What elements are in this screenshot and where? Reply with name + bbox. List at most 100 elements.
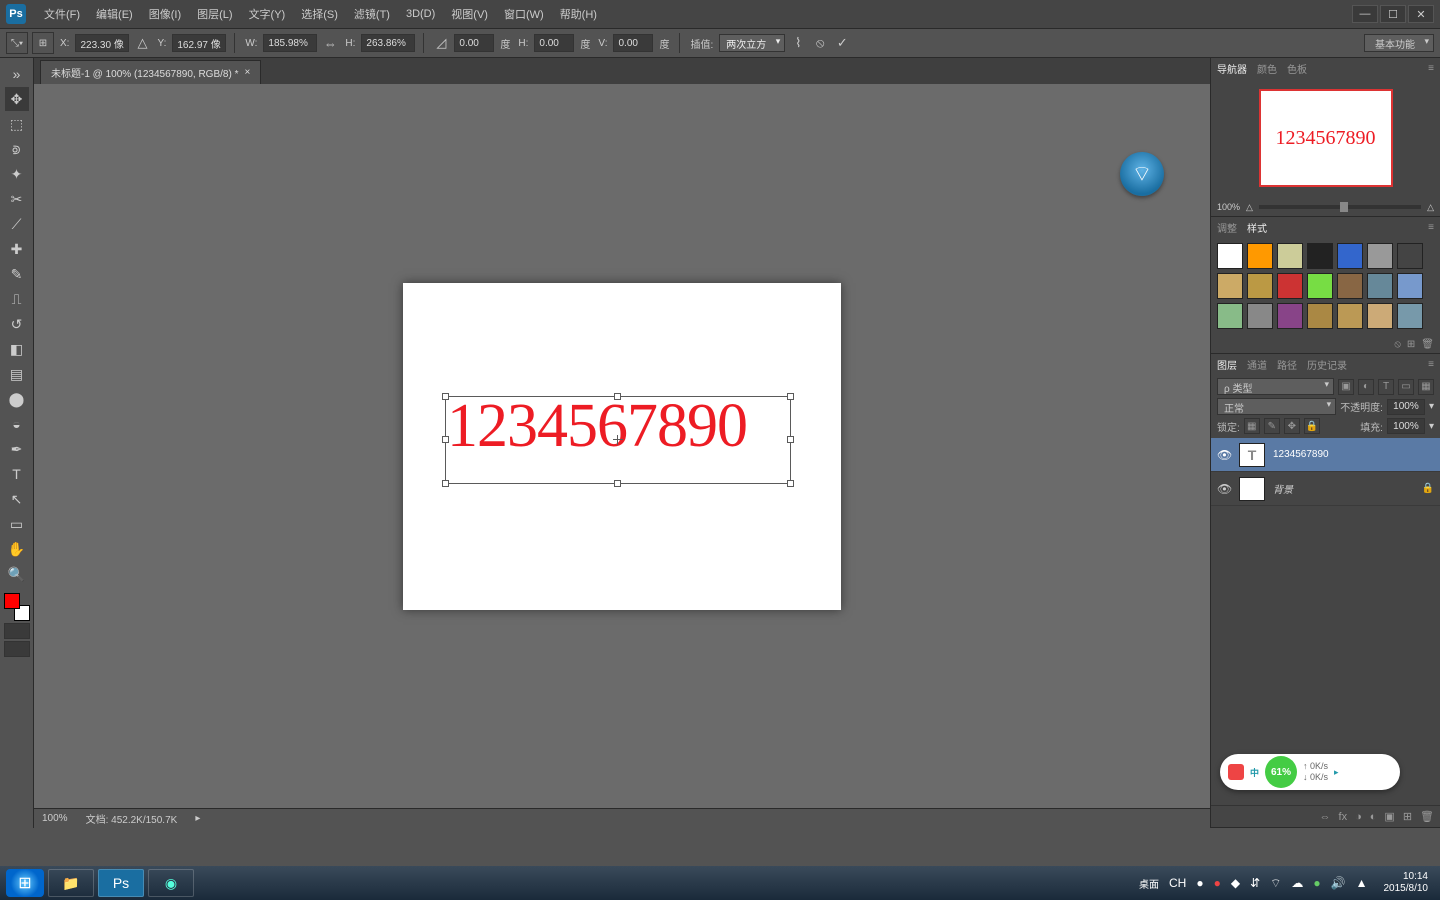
document-tab[interactable]: 未标题-1 @ 100% (1234567890, RGB/8) * × [40, 60, 261, 84]
clear-style-icon[interactable]: ⦸ [1394, 339, 1401, 350]
filter-shape-icon[interactable]: ▭ [1398, 379, 1414, 395]
style-swatch[interactable] [1337, 243, 1363, 269]
warp-icon[interactable]: ⌇ [789, 34, 807, 52]
style-swatch[interactable] [1367, 273, 1393, 299]
layer-kind-filter[interactable]: ρ 类型 [1217, 378, 1334, 395]
type-tool[interactable]: T [5, 462, 29, 486]
tab-swatches[interactable]: 色板 [1287, 61, 1307, 76]
brush-tool[interactable]: ✎ [5, 262, 29, 286]
tray-flag-icon[interactable]: ▲ [1356, 876, 1368, 890]
style-swatch[interactable] [1397, 303, 1423, 329]
zoom-tool[interactable]: 🔍 [5, 562, 29, 586]
tray-desktop-label[interactable]: 桌面 [1139, 876, 1159, 891]
menu-layer[interactable]: 图层(L) [189, 6, 240, 22]
group-icon[interactable]: ▣ [1384, 810, 1394, 823]
reference-point-icon[interactable]: ⊞ [32, 32, 54, 54]
wand-tool[interactable]: ✦ [5, 162, 29, 186]
xy-delta-icon[interactable]: △ [133, 34, 151, 52]
tray-cloud-icon[interactable]: ☁ [1291, 876, 1303, 890]
new-layer-icon[interactable]: ⊞ [1403, 810, 1412, 823]
transform-center-icon[interactable] [613, 435, 623, 445]
style-swatch[interactable] [1217, 303, 1243, 329]
lasso-tool[interactable]: ⟄ [5, 137, 29, 161]
tray-ime[interactable]: CH [1169, 876, 1186, 890]
style-swatch[interactable] [1247, 243, 1273, 269]
crop-tool[interactable]: ✂ [5, 187, 29, 211]
menu-file[interactable]: 文件(F) [36, 6, 88, 22]
style-swatch[interactable] [1337, 303, 1363, 329]
handle-tr[interactable] [787, 393, 794, 400]
tab-paths[interactable]: 路径 [1277, 357, 1297, 372]
h-field[interactable] [361, 34, 415, 52]
tab-channels[interactable]: 通道 [1247, 357, 1267, 372]
tab-color[interactable]: 颜色 [1257, 61, 1277, 76]
style-swatch[interactable] [1247, 303, 1273, 329]
navigator-body[interactable]: 1234567890 [1211, 78, 1440, 198]
zoom-level[interactable]: 100% [42, 813, 68, 824]
style-swatch[interactable] [1367, 243, 1393, 269]
tab-layers[interactable]: 图层 [1217, 357, 1237, 372]
style-swatch[interactable] [1397, 243, 1423, 269]
tab-close-icon[interactable]: × [244, 67, 250, 78]
delete-style-icon[interactable]: 🗑 [1421, 339, 1434, 350]
start-button[interactable]: ⊞ [6, 869, 44, 897]
quickmask-row[interactable] [4, 623, 30, 639]
tab-adjustments[interactable]: 调整 [1217, 220, 1237, 235]
layer-thumbnail[interactable]: T [1239, 443, 1265, 467]
blur-tool[interactable]: ⬤ [5, 387, 29, 411]
menu-window[interactable]: 窗口(W) [496, 6, 552, 22]
move-tool[interactable]: ✥ [5, 87, 29, 111]
transform-bounding-box[interactable] [445, 396, 791, 484]
eraser-tool[interactable]: ◧ [5, 337, 29, 361]
menu-view[interactable]: 视图(V) [443, 6, 496, 22]
lock-move-icon[interactable]: ✥ [1284, 418, 1300, 434]
taskbar-explorer[interactable]: 📁 [48, 869, 94, 897]
tray-icon[interactable]: ● [1196, 876, 1203, 890]
style-swatch[interactable] [1367, 303, 1393, 329]
menu-filter[interactable]: 滤镜(T) [346, 6, 398, 22]
panel-menu-icon[interactable]: ≡ [1428, 359, 1440, 370]
handle-bm[interactable] [614, 480, 621, 487]
taskbar-browser[interactable]: ◉ [148, 869, 194, 897]
layer-item-text[interactable]: 👁 T 1234567890 [1211, 438, 1440, 472]
tray-wifi-icon[interactable]: ⌔ [1270, 876, 1281, 891]
lock-all-icon[interactable]: 🔒 [1304, 418, 1320, 434]
pen-tool[interactable]: ✒ [5, 437, 29, 461]
canvas[interactable]: 1234567890 [403, 283, 841, 610]
layer-name[interactable]: 背景 [1273, 481, 1293, 496]
widget-arrow-icon[interactable]: ▸ [1334, 767, 1339, 778]
mask-icon[interactable]: ◑ [1355, 811, 1362, 823]
blend-mode-dropdown[interactable]: 正常 [1217, 398, 1336, 415]
tray-icon[interactable]: ● [1214, 876, 1221, 890]
screenmode-row[interactable] [4, 641, 30, 657]
tray-volume-icon[interactable]: 🔊 [1331, 876, 1346, 890]
tab-styles[interactable]: 样式 [1247, 220, 1267, 235]
dodge-tool[interactable]: ◒ [5, 412, 29, 436]
clock[interactable]: 10:14 2015/8/10 [1378, 871, 1435, 895]
fill-field[interactable] [1387, 418, 1425, 434]
menu-edit[interactable]: 编辑(E) [88, 6, 141, 22]
zoom-in-icon[interactable]: △ [1427, 202, 1434, 213]
new-style-icon[interactable]: ⊞ [1407, 339, 1415, 350]
delete-layer-icon[interactable]: 🗑 [1420, 810, 1434, 823]
navigator-thumbnail[interactable]: 1234567890 [1259, 89, 1393, 187]
shape-tool[interactable]: ▭ [5, 512, 29, 536]
navigator-zoom-slider[interactable] [1259, 205, 1421, 209]
style-swatch[interactable] [1277, 303, 1303, 329]
handle-bl[interactable] [442, 480, 449, 487]
link-layers-icon[interactable]: ⇔ [1320, 811, 1331, 823]
menu-help[interactable]: 帮助(H) [552, 6, 605, 22]
layer-thumbnail[interactable] [1239, 477, 1265, 501]
x-field[interactable] [75, 34, 129, 52]
eyedropper-tool[interactable]: ⟋ [5, 212, 29, 236]
close-button[interactable]: ✕ [1408, 5, 1434, 23]
skew-h-field[interactable] [534, 34, 574, 52]
layer-item-background[interactable]: 👁 背景 🔒 [1211, 472, 1440, 506]
taskbar-photoshop[interactable]: Ps [98, 869, 144, 897]
opacity-dropdown-icon[interactable]: ▾ [1429, 401, 1434, 412]
filter-adjust-icon[interactable]: ◐ [1358, 379, 1374, 395]
gradient-tool[interactable]: ▤ [5, 362, 29, 386]
transform-tool-icon[interactable]: ⤡▾ [6, 32, 28, 54]
color-swatches[interactable] [4, 593, 30, 621]
history-brush-tool[interactable]: ↺ [5, 312, 29, 336]
